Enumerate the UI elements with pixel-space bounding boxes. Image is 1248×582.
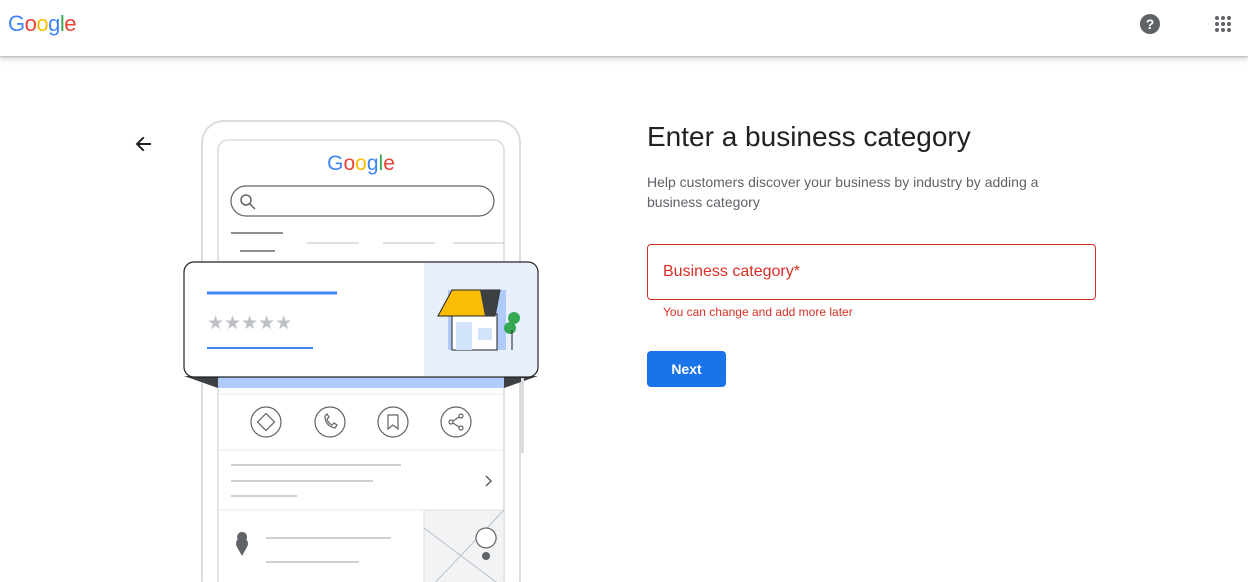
- page-title: Enter a business category: [647, 121, 971, 152]
- business-profile-illustration: Google ★★★★★: [183, 120, 539, 582]
- logo-letter: o: [24, 11, 37, 36]
- google-logo[interactable]: Google: [8, 11, 77, 37]
- apps-grid-icon[interactable]: [1214, 15, 1232, 33]
- logo-letter: g: [48, 11, 60, 36]
- illustration-logo: Google: [327, 152, 395, 175]
- logo-letter: G: [8, 11, 25, 36]
- logo-letter: o: [36, 11, 49, 36]
- rating-stars: ★★★★★: [207, 312, 292, 334]
- top-bar: Google ?: [0, 0, 1248, 56]
- field-helper-text: You can change and add more later: [663, 305, 853, 319]
- logo-letter: e: [64, 11, 77, 36]
- page-description: Help customers discover your business by…: [647, 174, 1039, 210]
- business-category-input[interactable]: [662, 261, 1082, 285]
- help-icon[interactable]: ?: [1140, 14, 1160, 34]
- back-arrow-icon[interactable]: [130, 130, 158, 158]
- next-button[interactable]: Next: [647, 351, 726, 387]
- business-category-field[interactable]: Business category*: [647, 244, 1096, 300]
